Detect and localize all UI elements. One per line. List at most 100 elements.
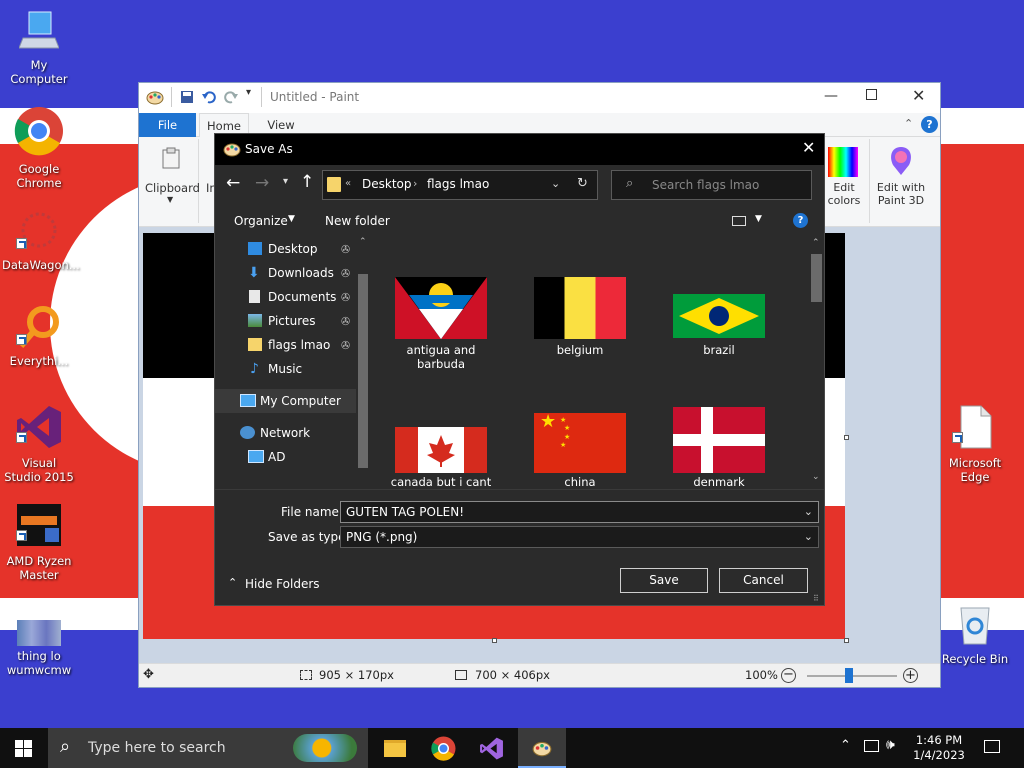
divider [869,139,870,223]
maximize-button[interactable] [866,89,877,100]
visual-studio-taskbar-icon[interactable] [479,736,504,761]
desktop-icon-amd-ryzen-master[interactable]: AMD Ryzen Master [2,502,76,582]
nav-item-ad[interactable]: AD [215,445,370,469]
nav-item-music[interactable]: ♪ Music [215,357,370,381]
quick-access-dropdown-icon[interactable]: ▾ [246,87,251,98]
address-bar[interactable]: « Desktop › flags lmao ⌄ ↻ [322,170,598,200]
chevron-down-icon[interactable]: ▼ [288,214,295,224]
nav-item-documents[interactable]: Documents ✇ [215,285,370,309]
chevron-down-icon[interactable]: ⌄ [804,527,813,547]
cancel-button[interactable]: Cancel [719,568,808,593]
scroll-up-icon[interactable]: ⌃ [812,238,820,248]
china-flag-icon: ★ ★ ★ ★ ★ [534,413,626,473]
forward-arrow-icon[interactable]: → [255,173,269,193]
volume-icon[interactable]: 🕪 [886,737,895,753]
navigation-pane: Desktop ✇ ⬇ Downloads ✇ Documents ✇ Pict… [215,234,370,488]
save-as-type-select[interactable]: PNG (*.png) ⌄ [340,526,819,548]
notifications-icon[interactable] [984,740,1000,753]
breadcrumb-flags-lmao[interactable]: flags lmao [427,177,489,191]
close-icon[interactable]: ✕ [802,138,815,157]
zoom-slider-thumb[interactable] [845,668,853,683]
clock[interactable]: 1:46 PM 1/4/2023 [908,733,970,763]
file-name-input[interactable]: GUTEN TAG POLEN! ⌄ [340,501,819,523]
network-icon[interactable] [864,740,879,752]
organize-button[interactable]: Organize [234,214,288,228]
up-arrow-icon[interactable]: ↑ [300,172,314,192]
save-button[interactable]: Save [620,568,708,593]
minimize-button[interactable]: — [824,88,838,104]
zoom-out-button[interactable]: − [781,668,796,683]
taskbar-search-box[interactable]: ⌕ Type here to search [48,728,368,768]
desktop-icon [248,242,262,255]
desktop-icon-datawagon[interactable]: DataWagon... [2,210,80,272]
chevron-down-icon[interactable]: ⌄ [804,502,813,522]
help-icon[interactable]: ? [793,213,808,228]
breadcrumb-desktop[interactable]: Desktop [362,177,412,191]
view-options-icon[interactable] [732,216,746,226]
weather-widget-icon[interactable] [293,734,357,762]
scroll-down-icon[interactable]: ⌄ [812,472,820,482]
taskbar: ⌕ Type here to search ⌃ 🕪 1:46 PM 1/4/20… [0,728,1024,768]
edit-colors-label[interactable]: Edit colors [825,181,863,207]
scrollbar-thumb[interactable] [811,254,822,302]
paint-3d-icon[interactable] [887,145,915,177]
resize-handle[interactable] [492,638,497,643]
chevron-down-icon[interactable]: ⌄ [551,177,560,190]
redo-icon[interactable] [224,90,238,104]
chevron-up-icon[interactable]: ⌃ [228,576,237,589]
chevron-up-icon[interactable]: ⌃ [840,738,851,753]
file-list-scrollbar[interactable]: ⌃ ⌄ [809,234,824,488]
file-explorer-icon[interactable] [384,740,406,757]
edit-with-paint3d-label[interactable]: Edit with Paint 3D [873,181,929,207]
close-button[interactable]: ✕ [912,86,925,105]
chrome-taskbar-icon[interactable] [431,736,456,761]
back-arrow-icon[interactable]: ← [226,173,240,193]
zoom-in-button[interactable]: + [903,668,918,683]
scrollbar-thumb[interactable] [358,274,368,468]
nav-item-network[interactable]: Network [215,421,370,445]
desktop-icon-microsoft-edge[interactable]: Microsoft Edge [938,404,1012,484]
new-folder-button[interactable]: New folder [325,214,390,228]
nav-scrollbar[interactable]: ⌃ [356,234,370,488]
desktop-icon-recycle-bin[interactable]: Recycle Bin [938,600,1012,666]
desktop-icon-visual-studio[interactable]: Visual Studio 2015 [2,404,76,484]
nav-item-my-computer[interactable]: My Computer [215,389,370,413]
help-icon[interactable]: ? [921,116,938,133]
canada-flag-icon [395,427,487,473]
resize-grip-icon[interactable]: ⠿ [813,594,819,603]
recent-locations-chevron-icon[interactable]: ▾ [283,176,288,187]
nav-item-pictures[interactable]: Pictures ✇ [215,309,370,333]
nav-item-desktop[interactable]: Desktop ✇ [215,237,370,261]
desktop-icon-my-computer[interactable]: My Computer [2,8,76,86]
save-icon[interactable] [180,90,194,104]
edit-colors-icon[interactable] [828,147,858,177]
pin-icon: ✇ [341,267,351,280]
nav-item-downloads[interactable]: ⬇ Downloads ✇ [215,261,370,285]
search-box[interactable]: ⌕ Search flags lmao [611,170,812,200]
divider [171,87,172,107]
windows-start-icon[interactable] [15,740,32,757]
denmark-flag-icon [673,407,765,473]
desktop-icon-everything[interactable]: Everythi... [2,306,76,368]
clipboard-group[interactable]: Clipboard ▼ [143,139,200,223]
refresh-icon[interactable]: ↻ [577,176,588,191]
hide-folders-button[interactable]: Hide Folders [245,577,320,591]
resize-handle[interactable] [844,435,849,440]
save-options-pane: File name: GUTEN TAG POLEN! ⌄ Save as ty… [215,489,824,605]
recycle-bin-icon [960,607,990,645]
paint-taskbar-button[interactable] [518,728,566,768]
chevron-down-icon[interactable]: ▼ [755,214,762,224]
tab-file[interactable]: File [139,113,196,137]
pin-icon: ✇ [341,243,351,256]
computer-icon [240,394,256,407]
collapse-ribbon-icon[interactable]: ⌃ [904,117,913,130]
nav-item-flags-lmao[interactable]: flags lmao ✇ [215,333,370,357]
resize-handle[interactable] [844,638,849,643]
desktop-icon-thing-lo[interactable]: thing lo wumwcmw [2,620,76,677]
breadcrumb-overflow-icon[interactable]: « [345,178,351,189]
undo-icon[interactable] [202,90,216,104]
scroll-up-icon[interactable]: ⌃ [359,237,367,247]
selection-size: 905 × 170px [319,668,394,682]
desktop-icon-google-chrome[interactable]: Google Chrome [2,106,76,190]
document-icon [960,405,992,449]
